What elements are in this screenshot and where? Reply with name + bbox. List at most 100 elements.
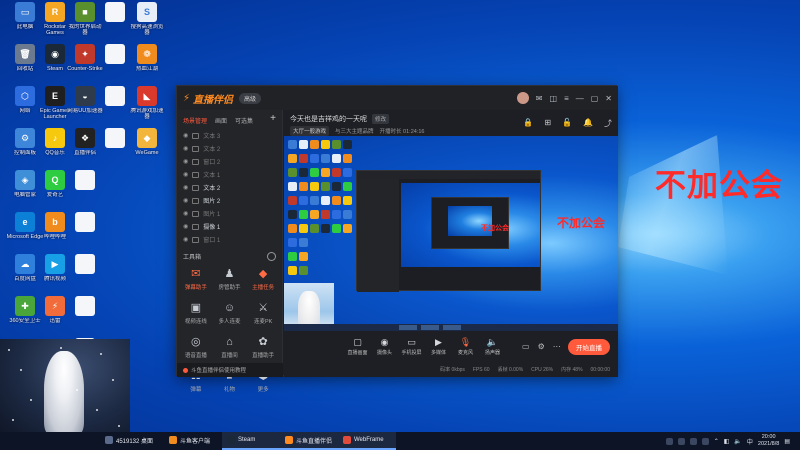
bottom-tool-button[interactable]: ▭ 手机投屏 [398, 337, 425, 356]
eye-icon[interactable]: ◉ [183, 223, 188, 230]
desktop-icon[interactable] [66, 212, 104, 254]
taskbar-app-button[interactable]: 4519132 桌面 [100, 432, 164, 450]
tab-collection[interactable]: 可选集 [235, 116, 253, 125]
preview-desktop-icon [299, 168, 308, 177]
tool-button[interactable]: ◆ 主播任务 [246, 263, 280, 297]
category-button[interactable]: 大厅一般游戏 [290, 126, 330, 136]
preview-desktop-icon [288, 210, 297, 219]
record-icon[interactable]: ▭ [522, 342, 530, 351]
lock-open-icon[interactable]: 🔓 [562, 118, 572, 129]
desktop-icon[interactable]: ◆ WeGame [128, 128, 166, 170]
tray-app-icon[interactable] [665, 437, 673, 445]
eye-icon[interactable]: ◉ [183, 145, 188, 152]
bell-icon[interactable]: 🔔 [583, 118, 593, 129]
desktop-icon-label: 热血江湖 [135, 66, 158, 72]
tool-button[interactable]: ◎ 语音直播 [179, 331, 213, 365]
edition-badge[interactable]: 高级 [239, 92, 262, 104]
preview-desktop-icon [332, 168, 341, 177]
desktop-icon[interactable] [66, 254, 104, 296]
tool-button[interactable]: ✉ 弹幕助手 [179, 263, 213, 297]
tool-button[interactable]: ♟ 房管助手 [213, 263, 247, 297]
taskbar-app-button[interactable]: WebFrame [338, 432, 396, 450]
eye-icon[interactable]: ◉ [183, 210, 188, 217]
maximize-icon[interactable]: ▢ [591, 94, 599, 103]
taskbar-items: 4519132 桌面 斗鱼客户端 Steam 斗鱼直播伴侣 WebFrame [100, 432, 396, 450]
tray-app-icon[interactable] [677, 437, 685, 445]
tray-app-icon[interactable] [701, 437, 709, 445]
avatar[interactable] [516, 92, 529, 104]
status-item: 00:00:00 [590, 366, 610, 373]
taskbar-app-button[interactable]: 斗鱼直播伴侣 [280, 432, 338, 450]
source-item[interactable]: ◉ 文本 1 [177, 168, 282, 181]
status-item: 内存 48% [561, 367, 583, 373]
tool-button[interactable]: ⌂ 直播间 [213, 331, 247, 365]
overlay-text: 不加公会 [655, 168, 783, 204]
desktop-icon[interactable]: ◣ 腾讯游戏加速器 [128, 86, 166, 128]
settings-icon[interactable]: ⚙ [538, 342, 545, 351]
minimize-icon[interactable]: — [576, 94, 584, 103]
mail-icon[interactable]: ✉ [536, 94, 543, 103]
notification-icon[interactable]: ▤ [784, 438, 790, 445]
layout-icon[interactable]: ⊞ [544, 118, 551, 129]
stream-preview[interactable]: 不加公会 不加公会 [284, 136, 618, 331]
tool-button[interactable]: ☺ 多人连麦 [213, 297, 247, 331]
tools-settings-icon[interactable] [267, 252, 276, 261]
tool-button[interactable]: ⚔ 连麦PK [246, 297, 280, 331]
left-tabs: 场景管理 画面 可选集 + [177, 110, 282, 129]
app-icon: ◣ [137, 86, 157, 106]
tab-scenes[interactable]: 场景管理 [183, 116, 207, 125]
input-method[interactable]: 中 [747, 437, 753, 446]
volume-icon[interactable]: 🔈 [734, 438, 741, 445]
source-item[interactable]: ◉ 图片 1 [177, 207, 282, 220]
bottom-tool-button[interactable]: 🎙 麦克风 [452, 337, 479, 356]
more-icon[interactable]: ⋯ [553, 342, 561, 351]
source-item[interactable]: ◉ 窗口 2 [177, 155, 282, 168]
desktop-icon[interactable]: S 搜狗高速浏览器 [128, 2, 166, 44]
source-item[interactable]: ◉ 摄像 1 [177, 220, 282, 233]
source-item[interactable]: ◉ 窗口 1 [177, 233, 282, 246]
tab-canvas[interactable]: 画面 [215, 116, 227, 125]
clock[interactable]: 20:00 2021/8/8 [758, 434, 779, 448]
source-type-icon [192, 197, 200, 204]
tray-app-icon[interactable] [689, 437, 697, 445]
bottom-tool-button[interactable]: ▶ 多媒体 [425, 337, 452, 356]
streaming-app-window[interactable]: ⚡ 直播伴侣 高级 ✉ ◫ ≡ — ▢ ✕ 场景管理 画面 可选集 + ◉ 文本 … [176, 85, 618, 393]
tutorial-link[interactable]: 斗鱼直播伴侣使用教程 [177, 363, 283, 377]
source-item[interactable]: ◉ 文本 2 [177, 142, 282, 155]
tool-button[interactable]: ✿ 直播助手 [246, 331, 280, 365]
edit-title-button[interactable]: 修改 [372, 114, 390, 124]
eye-icon[interactable]: ◉ [183, 197, 188, 204]
chevron-up-icon[interactable]: ⌃ [714, 438, 719, 445]
app-icon: ◆ [137, 128, 157, 148]
app-icon: E [45, 86, 65, 106]
stream-title-row: 今天也是吉祥鸡的一天呢 修改 [290, 114, 390, 124]
eye-icon[interactable]: ◉ [183, 171, 188, 178]
eye-icon[interactable]: ◉ [183, 158, 188, 165]
eye-icon[interactable]: ◉ [183, 236, 188, 243]
bottom-tool-button[interactable]: ▢ 直播画面 [344, 337, 371, 356]
source-item[interactable]: ◉ 图片 2 [177, 194, 282, 207]
desktop-icon[interactable]: ❁ 热血江湖 [128, 44, 166, 86]
taskbar-app-icon [105, 436, 113, 444]
source-item[interactable]: ◉ 文本 2 [177, 181, 282, 194]
eye-icon[interactable]: ◉ [183, 184, 188, 191]
add-source-button[interactable]: + [270, 114, 276, 125]
source-item[interactable]: ◉ 文本 3 [177, 129, 282, 142]
share-icon[interactable]: ⤴ [604, 118, 612, 129]
close-icon[interactable]: ✕ [605, 94, 612, 103]
taskbar-app-button[interactable]: 斗鱼客户端 [164, 432, 222, 450]
bottom-tool-button[interactable]: ◉ 摄像头 [371, 337, 398, 356]
bottom-tool-button[interactable]: 🔈 扬声器 [479, 337, 506, 356]
desktop-icon[interactable] [66, 296, 104, 338]
tool-button[interactable]: ▣ 视频连线 [179, 297, 213, 331]
network-icon[interactable]: ◧ [724, 438, 730, 445]
tool-icon: ◆ [258, 268, 268, 280]
go-live-button[interactable]: 开始直播 [568, 338, 610, 355]
skin-icon[interactable]: ◫ [550, 94, 558, 103]
eye-icon[interactable]: ◉ [183, 132, 188, 139]
taskbar-app-button[interactable]: Steam [222, 432, 280, 450]
desktop-icon[interactable] [66, 170, 104, 212]
lock-icon[interactable]: 🔒 [523, 118, 533, 129]
app-titlebar[interactable]: ⚡ 直播伴侣 高级 ✉ ◫ ≡ — ▢ ✕ [177, 86, 618, 110]
menu-icon[interactable]: ≡ [564, 94, 569, 103]
